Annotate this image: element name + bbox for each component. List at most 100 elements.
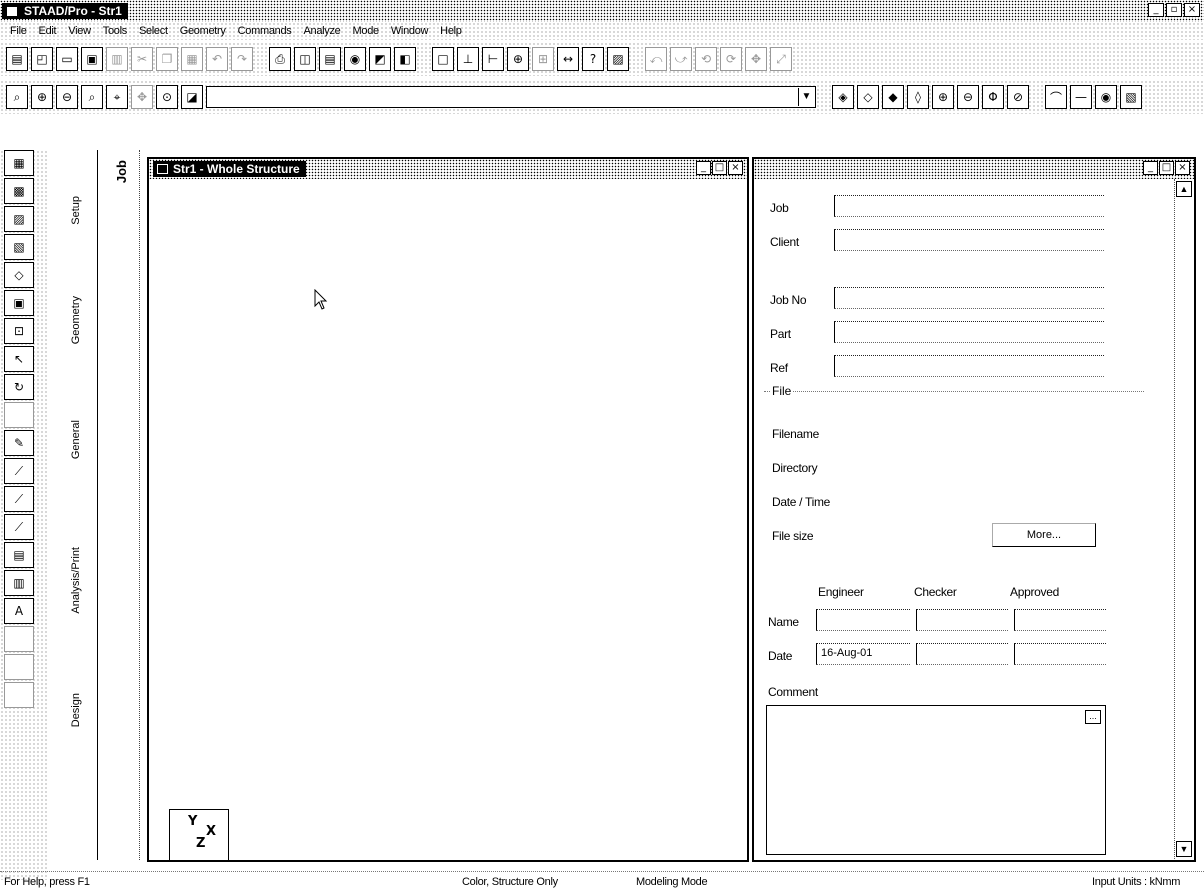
- print-icon[interactable]: ▥: [106, 47, 128, 71]
- open-file-icon[interactable]: ◰: [31, 47, 53, 71]
- structure-maximize-button[interactable]: □: [712, 161, 727, 175]
- display-icon[interactable]: ◪: [181, 85, 203, 109]
- side-view-icon[interactable]: ◊: [907, 85, 929, 109]
- pan-icon[interactable]: ✥: [745, 47, 767, 71]
- tab-setup[interactable]: Setup: [60, 170, 92, 250]
- grid-icon[interactable]: ▦: [4, 150, 34, 176]
- zoom-dynamic-icon[interactable]: ⌕: [81, 85, 103, 109]
- report-icon[interactable]: ▤: [319, 47, 341, 71]
- graph-icon[interactable]: ▨: [607, 47, 629, 71]
- add-beam-icon[interactable]: ⟋: [4, 458, 34, 484]
- redo-icon[interactable]: ↷: [231, 47, 253, 71]
- section-view-icon[interactable]: ⊘: [1007, 85, 1029, 109]
- tab-analysis-print[interactable]: Analysis/Print: [60, 510, 92, 650]
- client-field[interactable]: [834, 229, 1104, 251]
- scroll-down-icon[interactable]: ▼: [1176, 841, 1192, 857]
- back-view-icon[interactable]: ◆: [882, 85, 904, 109]
- menu-help[interactable]: Help: [434, 25, 467, 37]
- menu-file[interactable]: File: [4, 25, 33, 37]
- zoom-prev-icon[interactable]: ⌖: [106, 85, 128, 109]
- copy-icon[interactable]: ❐: [156, 47, 178, 71]
- menu-tools[interactable]: Tools: [97, 25, 133, 37]
- plate-select-icon[interactable]: ⊡: [4, 318, 34, 344]
- restore-button[interactable]: ▫: [1166, 3, 1182, 17]
- menu-edit[interactable]: Edit: [33, 25, 63, 37]
- support-icon[interactable]: ⊥: [457, 47, 479, 71]
- table-icon[interactable]: ▤: [4, 542, 34, 568]
- tab-general[interactable]: General: [60, 385, 92, 495]
- job-no-field[interactable]: [834, 287, 1104, 309]
- beam-view-icon[interactable]: ⌒: [1045, 85, 1067, 109]
- menu-analyze[interactable]: Analyze: [297, 25, 346, 37]
- spreadsheet-icon[interactable]: ▥: [4, 570, 34, 596]
- memo-ellipsis-button[interactable]: ...: [1085, 710, 1101, 724]
- spare-icon-2[interactable]: [4, 654, 34, 680]
- view-3d-icon[interactable]: ◩: [369, 47, 391, 71]
- paste-icon[interactable]: ▦: [181, 47, 203, 71]
- engineer-date-field[interactable]: 16-Aug-01: [816, 643, 910, 665]
- eye-view-icon[interactable]: ◉: [1095, 85, 1117, 109]
- line-view-icon[interactable]: —: [1070, 85, 1092, 109]
- menu-mode[interactable]: Mode: [347, 25, 385, 37]
- approved-name-field[interactable]: [1014, 609, 1106, 631]
- structure-minimize-button[interactable]: _: [696, 161, 711, 175]
- zoom-in-icon[interactable]: ⊕: [31, 85, 53, 109]
- menu-view[interactable]: View: [62, 25, 96, 37]
- top-view-icon[interactable]: ⊕: [932, 85, 954, 109]
- cut-icon[interactable]: ✂: [131, 47, 153, 71]
- add-solid-icon[interactable]: ⟋: [4, 514, 34, 540]
- iso-view-icon[interactable]: ◈: [832, 85, 854, 109]
- engineer-name-field[interactable]: [816, 609, 910, 631]
- undo-icon[interactable]: ↶: [206, 47, 228, 71]
- menu-commands[interactable]: Commands: [232, 25, 298, 37]
- part-field[interactable]: [834, 321, 1104, 343]
- add-plate-icon[interactable]: ⟋: [4, 486, 34, 512]
- dimension-icon[interactable]: ↔: [557, 47, 579, 71]
- comment-memo[interactable]: ...: [766, 705, 1106, 855]
- help-icon[interactable]: ?: [582, 47, 604, 71]
- new-file-icon[interactable]: ▤: [6, 47, 28, 71]
- render-icon[interactable]: ▧: [1120, 85, 1142, 109]
- page-setup-icon[interactable]: ◫: [294, 47, 316, 71]
- beam-icon[interactable]: ⊞: [532, 47, 554, 71]
- rotate-y-icon[interactable]: ⤻: [670, 47, 692, 71]
- job-close-button[interactable]: ×: [1175, 161, 1190, 175]
- plate-icon[interactable]: ▩: [4, 178, 34, 204]
- structure-close-button[interactable]: ×: [728, 161, 743, 175]
- print-preview-icon[interactable]: ⎙: [269, 47, 291, 71]
- job-maximize-button[interactable]: □: [1159, 161, 1174, 175]
- text-icon[interactable]: A: [4, 598, 34, 624]
- job-minimize-button[interactable]: _: [1143, 161, 1158, 175]
- menu-window[interactable]: Window: [385, 25, 434, 37]
- tab-design[interactable]: Design: [60, 660, 92, 760]
- magnify-icon[interactable]: ⊙: [156, 85, 178, 109]
- node-icon[interactable]: ⊕: [507, 47, 529, 71]
- beam-select-icon[interactable]: ▣: [4, 290, 34, 316]
- plan-view-icon[interactable]: Φ: [982, 85, 1004, 109]
- minimize-button[interactable]: _: [1148, 3, 1164, 17]
- open-folder-icon[interactable]: ▭: [56, 47, 78, 71]
- checker-name-field[interactable]: [916, 609, 1008, 631]
- spare-icon-1[interactable]: [4, 626, 34, 652]
- pan-view-icon[interactable]: ✥: [131, 85, 153, 109]
- view-combo[interactable]: ▼: [206, 86, 816, 108]
- zoom-extents-icon[interactable]: ⤢: [770, 47, 792, 71]
- member-icon[interactable]: ▧: [4, 234, 34, 260]
- job-vertical-scrollbar[interactable]: ▲ ▼: [1174, 179, 1192, 859]
- close-button[interactable]: ×: [1184, 3, 1200, 17]
- menu-geometry[interactable]: Geometry: [174, 25, 232, 37]
- rotate-neg-icon[interactable]: ⟳: [720, 47, 742, 71]
- export-icon[interactable]: ◉: [344, 47, 366, 71]
- solid-icon[interactable]: ▨: [4, 206, 34, 232]
- save-icon[interactable]: ▣: [81, 47, 103, 71]
- pointer-icon[interactable]: ↖: [4, 346, 34, 372]
- ref-field[interactable]: [834, 355, 1104, 377]
- bottom-view-icon[interactable]: ⊖: [957, 85, 979, 109]
- zoom-out-icon[interactable]: ⊖: [56, 85, 78, 109]
- node-select-icon[interactable]: ◇: [4, 262, 34, 288]
- frame-icon[interactable]: □: [432, 47, 454, 71]
- tab-geometry[interactable]: Geometry: [60, 265, 92, 375]
- rotate-icon[interactable]: ↻: [4, 374, 34, 400]
- rotate-z-icon[interactable]: ⟲: [695, 47, 717, 71]
- scroll-up-icon[interactable]: ▲: [1176, 181, 1192, 197]
